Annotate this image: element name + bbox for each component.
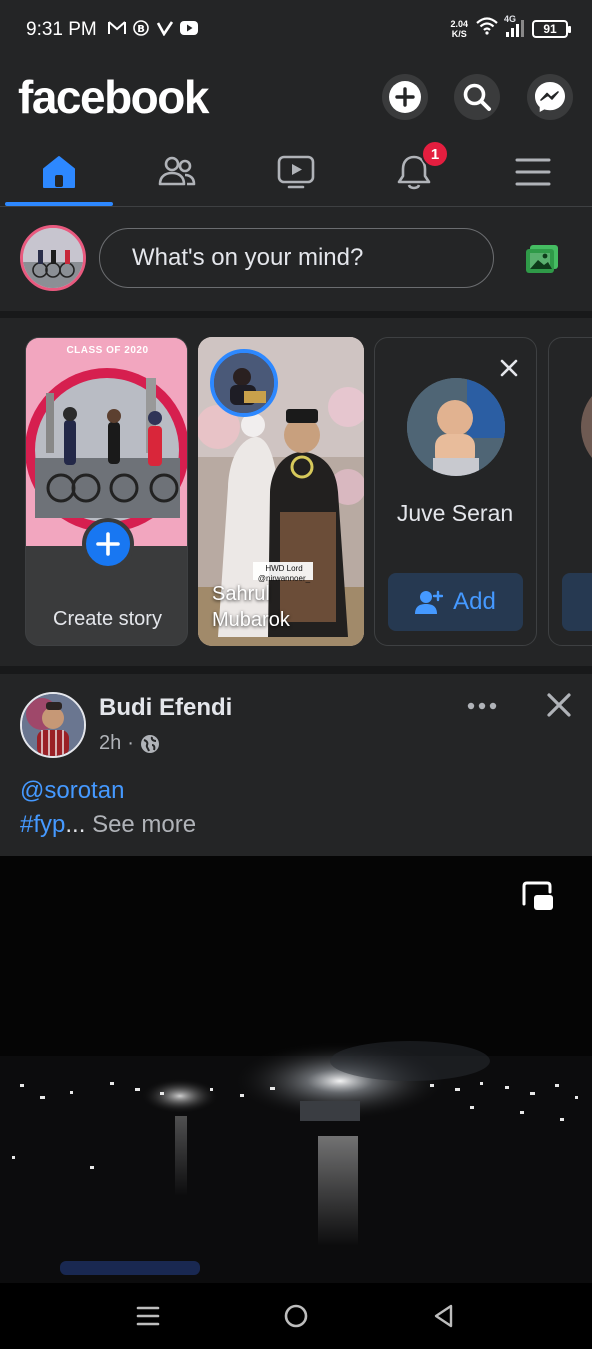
search-button[interactable] (454, 74, 500, 120)
feed-post: Budi Efendi 2h · @sorotan #fyp... See mo… (0, 674, 592, 856)
speed-value: 2.04 (450, 18, 468, 29)
post-time[interactable]: 2h (99, 732, 121, 755)
whats-on-your-mind-input[interactable]: What's on your mind? (99, 228, 494, 288)
more-icon (467, 702, 497, 710)
tab-bar: 1 (0, 140, 592, 206)
back-button[interactable] (426, 1299, 460, 1333)
youtube-icon (180, 19, 198, 37)
story-card[interactable]: HWD Lord @nirwannoer_ Sahrul Mubarok (198, 337, 364, 646)
recent-apps-button[interactable] (131, 1299, 165, 1333)
status-time: 9:31 PM (26, 19, 97, 40)
create-button[interactable] (382, 74, 428, 120)
globe-icon (140, 734, 159, 753)
picture-in-picture-button[interactable] (520, 880, 556, 914)
post-composer: What's on your mind? (0, 207, 592, 311)
video-frame (0, 856, 592, 1283)
post-text: @sorotan #fyp... See more (20, 774, 196, 842)
post-author-name[interactable]: Budi Efendi (99, 694, 232, 722)
network-type: 4G (504, 14, 517, 24)
close-icon (500, 359, 518, 377)
app-header: facebook 1 (0, 60, 592, 207)
signal-icon: 4G (504, 14, 524, 37)
tab-menu[interactable] (474, 140, 592, 204)
system-navigation-bar (0, 1283, 592, 1349)
photo-button[interactable] (524, 243, 560, 275)
create-story-photo-text: CLASS OF 2020 (66, 345, 149, 356)
messenger-icon (535, 82, 565, 112)
post-video[interactable] (0, 856, 592, 1283)
create-story-photo: CLASS OF 2020 (26, 338, 187, 546)
post-meta: 2h · (99, 732, 160, 755)
speed-unit: K/S (451, 28, 467, 39)
suggestion-avatar[interactable] (407, 378, 505, 476)
suggestion-avatar-next (581, 378, 592, 476)
add-friend-icon (415, 590, 444, 614)
picture-in-picture-icon (522, 881, 553, 910)
mention-link[interactable]: @sorotan (20, 777, 124, 804)
home-button[interactable] (279, 1299, 313, 1333)
tab-watch[interactable] (237, 140, 355, 204)
watch-icon (277, 155, 315, 189)
status-bar: 9:31 PM B 2.04 K/S 4G 91 (0, 0, 592, 60)
text-ellipsis: ... (65, 811, 86, 838)
create-story-card[interactable]: CLASS OF 2020 Create story (25, 337, 188, 646)
messenger-button[interactable] (527, 74, 573, 120)
hashtag-link[interactable]: #fyp (20, 811, 65, 838)
hide-post-button[interactable] (544, 690, 574, 720)
plus-icon (96, 532, 120, 556)
gmail-icon (108, 19, 126, 37)
avatar[interactable] (20, 225, 86, 291)
create-story-label: Create story (53, 608, 162, 630)
add-friend-button[interactable]: Add (388, 573, 523, 631)
network-speed: 2.04 K/S (450, 19, 468, 39)
battery-indicator: 91 (532, 19, 571, 38)
home-icon (43, 156, 75, 188)
status-right: 2.04 K/S 4G 91 (450, 14, 571, 40)
stories-tray: CLASS OF 2020 Create story HWD Lord @nir… (0, 318, 592, 666)
search-icon (463, 83, 491, 111)
close-icon (547, 693, 571, 717)
add-friend-button-next[interactable] (562, 573, 592, 631)
tab-home[interactable] (0, 140, 118, 204)
photo-icon (526, 245, 558, 273)
battery-level: 91 (543, 21, 557, 36)
hamburger-icon (515, 158, 551, 186)
suggestion-name: Juve Seran (396, 500, 514, 526)
create-icon (389, 81, 421, 113)
b-icon: B (132, 19, 150, 37)
post-author-avatar[interactable] (20, 692, 86, 758)
facebook-logo: facebook (18, 71, 209, 123)
tab-notifications[interactable]: 1 (355, 140, 473, 204)
story-owner-last-name: Mubarok (212, 609, 290, 631)
dismiss-suggestion-button[interactable] (495, 354, 523, 382)
recent-apps-icon (136, 1306, 160, 1326)
story-owner-name: Sahrul Mubarok (212, 581, 290, 633)
friend-suggestion-card-next[interactable] (548, 337, 592, 646)
story-avatar (210, 349, 278, 417)
add-story-button[interactable] (82, 518, 134, 570)
add-friend-label: Add (453, 588, 496, 615)
see-more-link[interactable]: See more (92, 811, 196, 838)
notification-badge: 1 (421, 140, 449, 168)
home-circle-icon (284, 1304, 308, 1328)
friends-icon (158, 156, 196, 186)
status-app-icons: B (108, 19, 198, 37)
wifi-icon (476, 17, 498, 40)
friend-suggestion-card: Juve Seran Add (374, 337, 537, 646)
post-options-button[interactable] (466, 694, 498, 718)
v-icon (156, 19, 174, 37)
meta-separator: · (127, 732, 134, 754)
svg-text:B: B (137, 24, 145, 35)
tab-friends[interactable] (118, 140, 236, 204)
back-icon (434, 1304, 453, 1328)
story-owner-first-name: Sahrul (212, 583, 270, 605)
